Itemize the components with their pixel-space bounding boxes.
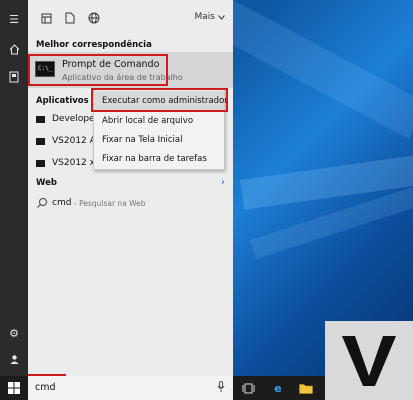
command-prompt-icon: C:\_ (35, 61, 55, 77)
start-search-panel: Mais Melhor correspondência C:\_ Prompt … (28, 0, 233, 376)
section-apps-title: Aplicativos (36, 96, 89, 106)
microphone-icon[interactable] (217, 381, 225, 396)
chevron-right-icon[interactable]: › (221, 177, 225, 188)
app-console-icon (36, 138, 45, 145)
document-icon[interactable] (60, 8, 80, 28)
app-label: Developer (52, 114, 99, 124)
section-best-match-title: Melhor correspondência (36, 40, 152, 50)
more-filters-button[interactable]: Mais (195, 12, 225, 22)
app-console-icon (36, 116, 45, 123)
start-left-rail: ☰ ⚙ (0, 0, 28, 376)
web-query: cmd (52, 198, 72, 208)
menu-item-open-file-location[interactable]: Abrir local de arquivo (94, 111, 224, 130)
section-web-title: Web (36, 178, 57, 188)
hamburger-icon[interactable]: ☰ (0, 8, 28, 30)
filter-bar: Mais (28, 0, 233, 36)
more-label: Mais (194, 12, 215, 22)
search-icon (37, 198, 47, 208)
watermark-logo (325, 321, 413, 400)
watermark-v-mark (342, 335, 396, 386)
globe-icon[interactable] (84, 8, 104, 28)
windows-start-icon[interactable] (0, 376, 28, 400)
user-icon[interactable] (0, 348, 28, 370)
settings-icon[interactable]: ⚙ (0, 322, 28, 344)
tablet-icon[interactable] (0, 66, 28, 88)
app-console-icon (36, 160, 45, 167)
apps-grid-icon[interactable] (36, 8, 56, 28)
context-menu: Executar como administrador Abrir local … (93, 88, 228, 170)
menu-item-run-as-admin[interactable]: Executar como administrador (94, 91, 228, 110)
menu-item-pin-to-taskbar[interactable]: Fixar na barra de tarefas (94, 149, 224, 168)
best-match-subtitle: Aplicativo da área de trabalho (62, 73, 183, 82)
taskbar-search-box[interactable]: cmd (28, 376, 233, 400)
search-input[interactable]: cmd (35, 382, 56, 393)
best-match-item[interactable]: C:\_ Prompt de Comando Aplicativo da áre… (28, 52, 233, 88)
best-match-title: Prompt de Comando (62, 59, 160, 70)
edge-icon[interactable]: e (270, 380, 286, 396)
menu-item-pin-to-start[interactable]: Fixar na Tela Inicial (94, 130, 224, 149)
web-subtitle: - Pesquisar na Web (74, 199, 146, 208)
web-search-item[interactable]: cmd - Pesquisar na Web (28, 193, 233, 215)
chevron-down-icon (218, 14, 225, 20)
wallpaper-beam (214, 0, 413, 139)
home-icon[interactable] (0, 38, 28, 60)
file-explorer-icon[interactable] (298, 380, 314, 396)
thumb-text: C:\_ (38, 65, 53, 72)
task-view-icon[interactable] (240, 380, 256, 396)
